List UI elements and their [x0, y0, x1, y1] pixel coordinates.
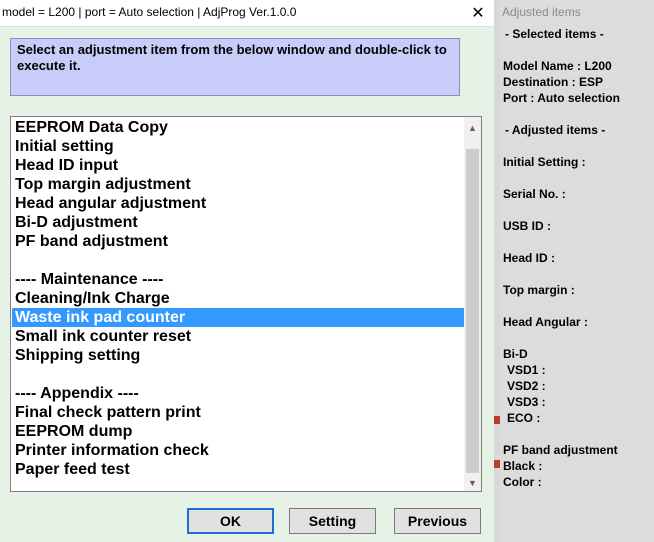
- list-item[interactable]: Cleaning/Ink Charge: [12, 289, 464, 308]
- adjusted-items-header: - Adjusted items -: [505, 123, 606, 137]
- port-field: Port : Auto selection: [503, 91, 620, 105]
- head-id-field: Head ID :: [503, 251, 556, 265]
- list-item[interactable]: Head ID input: [12, 156, 464, 175]
- scroll-down-icon[interactable]: ▼: [464, 474, 481, 491]
- setting-button[interactable]: Setting: [289, 508, 376, 534]
- list-item[interactable]: Waste ink pad counter: [12, 308, 464, 327]
- list-item[interactable]: ---- Appendix ----: [12, 384, 464, 403]
- list-items: EEPROM Data Copy Initial setting Head ID i…: [12, 118, 464, 490]
- list-item[interactable]: Top margin adjustment: [12, 175, 464, 194]
- list-item[interactable]: Bi-D adjustment: [12, 213, 464, 232]
- head-angular-field: Head Angular :: [503, 315, 588, 329]
- list-item[interactable]: Final check pattern print: [12, 403, 464, 422]
- window-title: model = L200 | port = Auto selection | A…: [2, 5, 297, 19]
- side-panel-title: Adjusted items: [502, 5, 581, 19]
- serial-no-field: Serial No. :: [503, 187, 566, 201]
- eco-field: ECO :: [507, 411, 541, 425]
- destination-field: Destination : ESP: [503, 75, 604, 89]
- list-item[interactable]: [12, 365, 464, 384]
- list-item[interactable]: PF band adjustment: [12, 232, 464, 251]
- list-item[interactable]: Initial setting: [12, 137, 464, 156]
- model-name-field: Model Name : L200: [503, 59, 612, 73]
- list-item[interactable]: [12, 251, 464, 270]
- bid-label: Bi-D: [503, 347, 528, 361]
- title-bar[interactable]: model = L200 | port = Auto selection | A…: [0, 0, 494, 27]
- color-field: Color :: [503, 475, 542, 489]
- list-item[interactable]: Small ink counter reset: [12, 327, 464, 346]
- adjustment-list[interactable]: EEPROM Data Copy Initial setting Head ID i…: [10, 116, 482, 492]
- close-icon[interactable]: ✕: [462, 0, 494, 26]
- list-item[interactable]: Shipping setting: [12, 346, 464, 365]
- vsd2-field: VSD2 :: [507, 379, 546, 393]
- vsd3-field: VSD3 :: [507, 395, 546, 409]
- scroll-thumb[interactable]: [466, 149, 479, 473]
- scroll-up-icon[interactable]: ▲: [464, 119, 481, 136]
- initial-setting-field: Initial Setting :: [503, 155, 586, 169]
- instruction-text: Select an adjustment item from the below…: [10, 38, 460, 96]
- vsd1-field: VSD1 :: [507, 363, 546, 377]
- vertical-scrollbar[interactable]: ▲ ▼: [464, 117, 481, 491]
- black-field: Black :: [503, 459, 543, 473]
- selected-items-header: - Selected items -: [505, 27, 604, 41]
- list-item[interactable]: Printer information check: [12, 441, 464, 460]
- list-item[interactable]: Paper feed test: [12, 460, 464, 479]
- list-item[interactable]: Head angular adjustment: [12, 194, 464, 213]
- usb-id-field: USB ID :: [503, 219, 551, 233]
- ok-button[interactable]: OK: [187, 508, 274, 534]
- list-item[interactable]: EEPROM Data Copy: [12, 118, 464, 137]
- adjprog-dialog: model = L200 | port = Auto selection | A…: [0, 0, 495, 542]
- list-item[interactable]: ---- Maintenance ----: [12, 270, 464, 289]
- adjusted-items-panel: Adjusted items - Selected items - Model …: [500, 0, 654, 542]
- previous-button[interactable]: Previous: [394, 508, 481, 534]
- list-item[interactable]: EEPROM dump: [12, 422, 464, 441]
- pf-band-label: PF band adjustment: [503, 443, 618, 457]
- top-margin-field: Top margin :: [503, 283, 575, 297]
